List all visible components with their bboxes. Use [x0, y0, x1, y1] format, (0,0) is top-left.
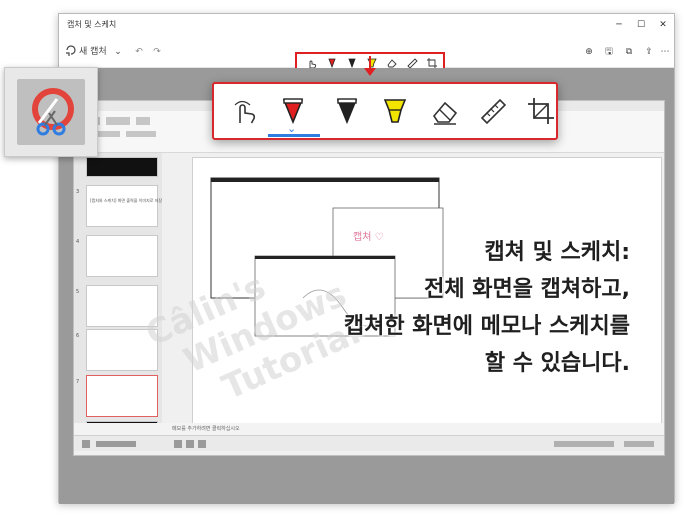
undo-icon[interactable]: ↶: [133, 44, 145, 60]
eraser-icon[interactable]: [430, 96, 460, 126]
copy-icon[interactable]: ⧉: [623, 44, 635, 60]
thumbnail-number: 3: [76, 189, 80, 195]
pointer-arrow-head: [364, 68, 376, 76]
caption-line: 할 수 있습니다.: [484, 351, 630, 376]
caption-block: 캡쳐 및 스케치: 전체 화면을 캡쳐하고, 캡쳐한 화면에 메모나 스케치를 …: [200, 234, 630, 382]
thumbnail-selected[interactable]: [86, 375, 158, 417]
close-button[interactable]: ✕: [655, 17, 671, 33]
caption-line: 전체 화면을 캡쳐하고,: [424, 277, 630, 302]
pencil-icon[interactable]: [332, 96, 362, 126]
app-icon-tile: [4, 67, 98, 157]
title-bar: 캡처 및 스케치 ─ ☐ ✕: [59, 14, 674, 36]
zoom-icon[interactable]: ⊕: [583, 44, 595, 60]
status-text: 메모를 추가하려면 클릭하십시오: [172, 426, 240, 432]
save-icon[interactable]: 🖫: [603, 44, 615, 60]
chevron-down-icon[interactable]: ⌄: [113, 44, 123, 60]
maximize-button[interactable]: ☐: [633, 17, 649, 33]
snip-sketch-app-icon: [17, 79, 85, 145]
captured-statusbar: 메모를 추가하려면 클릭하십시오: [74, 423, 664, 435]
window-title: 캡처 및 스케치: [67, 20, 117, 29]
redo-icon[interactable]: ↷: [151, 44, 163, 60]
caption-line: 캡쳐 및 스케치:: [484, 240, 630, 265]
share-icon[interactable]: ⇪: [643, 44, 655, 60]
thumbnail[interactable]: [86, 157, 158, 177]
thumbnail-number: 6: [76, 333, 80, 339]
new-capture-icon[interactable]: [65, 44, 77, 60]
chevron-down-icon: ⌄: [287, 122, 297, 135]
ruler-icon[interactable]: [478, 96, 508, 126]
minimize-button[interactable]: ─: [611, 17, 627, 33]
crop-icon[interactable]: [526, 96, 556, 126]
new-capture-button[interactable]: 새 캡처: [79, 44, 113, 60]
slide-thumbnails: 3 [캡처와 스케치] 화면 출력을 이미지로 저장 4 5 6 7: [74, 153, 162, 443]
screenshot-canvas: 캡처 및 스케치 ─ ☐ ✕ 새 캡처 ⌄ ↶ ↷ ⊕ 🖫 ⧉ ⇪ ⋯ 3 [캡…: [0, 0, 700, 515]
toolbar: 새 캡처 ⌄ ↶ ↷ ⊕ 🖫 ⧉ ⇪ ⋯: [59, 36, 674, 76]
thumbnail[interactable]: [캡처와 스케치] 화면 출력을 이미지로 저장: [86, 185, 162, 227]
thumbnail[interactable]: [86, 235, 158, 277]
zoomed-tool-group: [212, 82, 558, 140]
touch-writing-icon[interactable]: [230, 96, 260, 126]
captured-taskbar: [74, 435, 664, 451]
thumbnail-number: 4: [76, 239, 80, 245]
thumbnail-number: 5: [76, 289, 80, 295]
more-icon[interactable]: ⋯: [659, 44, 671, 60]
thumbnail-number: 7: [76, 379, 80, 385]
highlighter-icon[interactable]: [380, 96, 410, 126]
thumbnail-text: [캡처와 스케치] 화면 출력을 이미지로 저장: [90, 198, 163, 203]
caption-line: 캡쳐한 화면에 메모나 스케치를: [343, 314, 630, 339]
